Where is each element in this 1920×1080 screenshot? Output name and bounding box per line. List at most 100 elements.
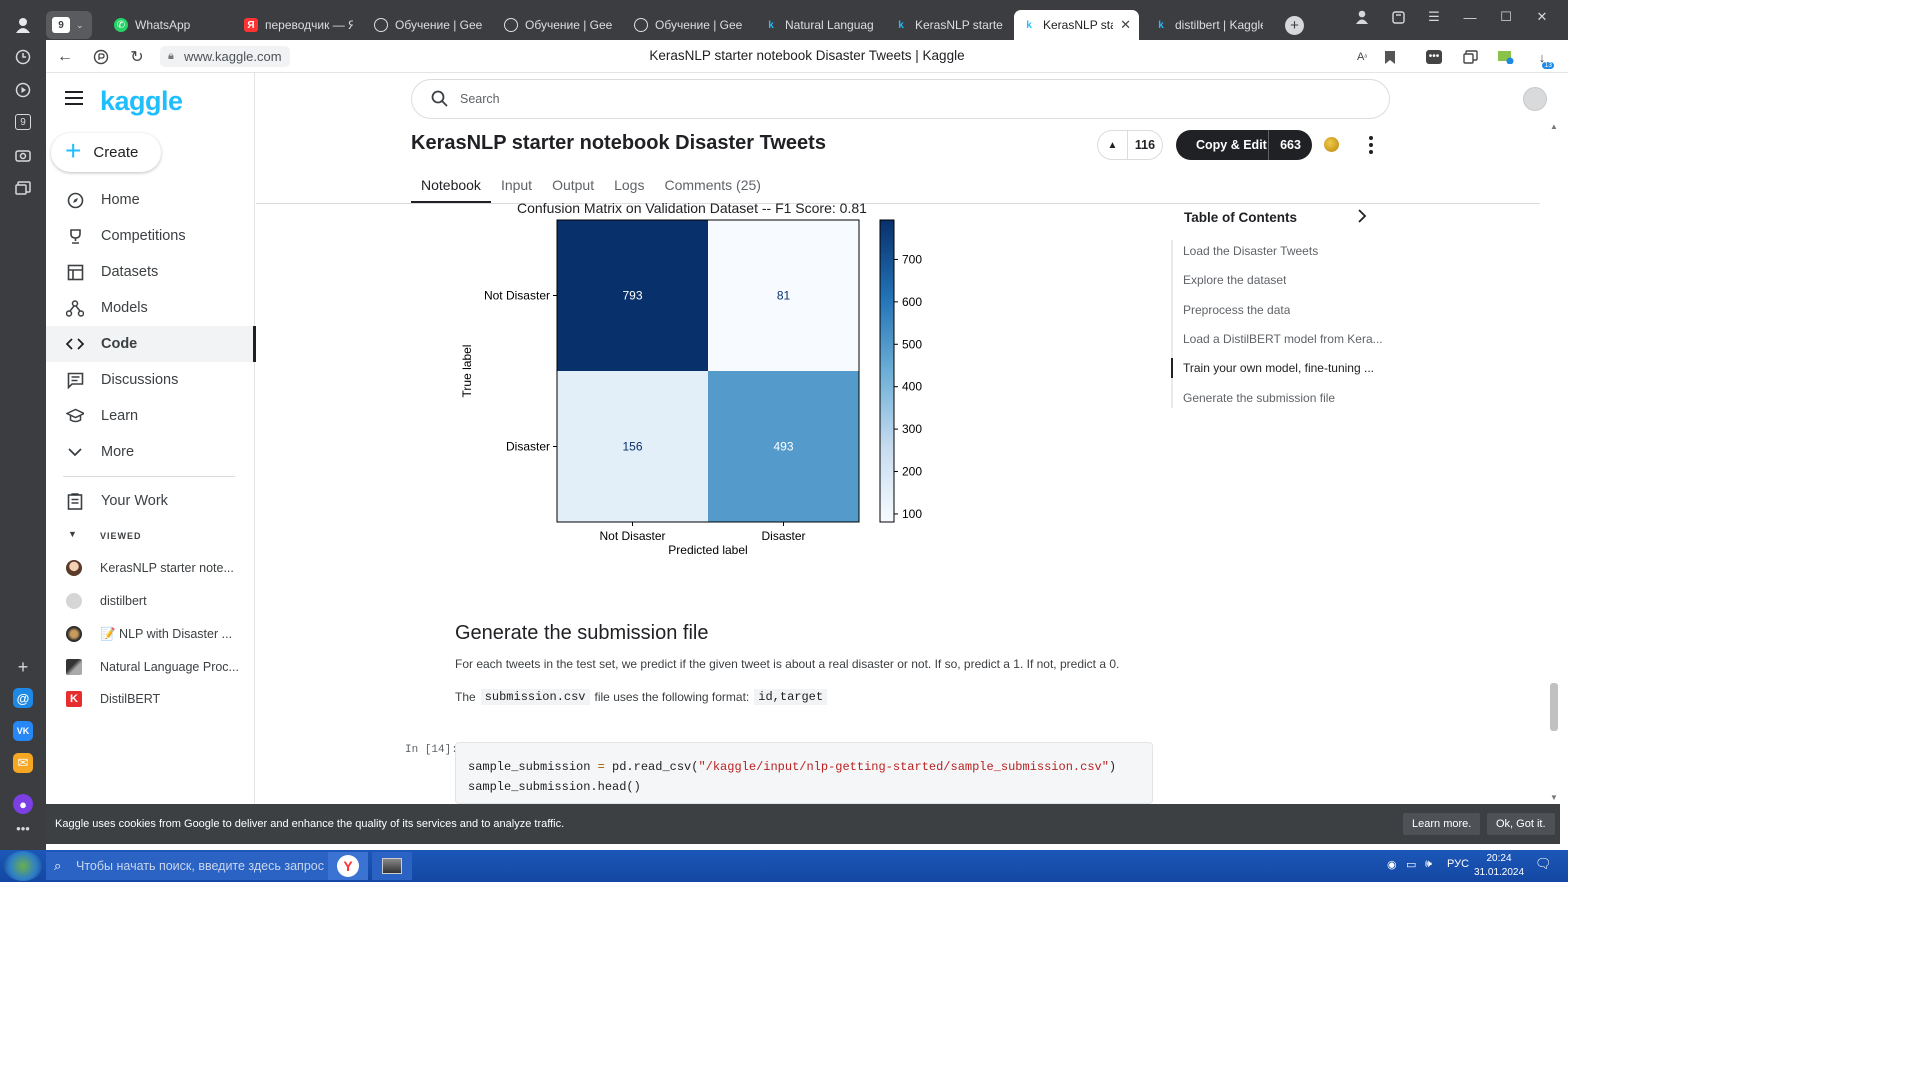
more-options-icon[interactable] [1367,136,1375,154]
account-icon[interactable] [1352,8,1372,26]
upvote-arrow-icon[interactable]: ▲ [1098,130,1128,160]
hamburger-menu-icon[interactable] [65,91,83,105]
chevron-right-icon[interactable] [1357,209,1367,227]
nav-competitions[interactable]: Competitions [46,218,255,254]
window-close-icon[interactable]: ✕ [1532,8,1552,26]
tab-geekbrains-2[interactable]: Обучение | GeekBr [496,10,621,40]
search-input[interactable]: Search [411,79,1390,119]
tab-input[interactable]: Input [491,168,542,204]
bookmark-icon[interactable] [1380,47,1400,67]
toc-item[interactable]: Preprocess the data [1183,303,1290,317]
bookmarks-panel-icon[interactable] [1388,8,1408,26]
nav-more[interactable]: More [46,434,255,470]
maximize-icon[interactable]: ☐ [1496,8,1516,26]
kaggle-logo[interactable]: kaggle [100,86,183,117]
tray-monitor-icon[interactable]: ▭ [1406,858,1416,871]
nav-code[interactable]: Code [46,326,256,362]
tab-natural-language[interactable]: k Natural Language P [756,10,881,40]
nav-discussions[interactable]: Discussions [46,362,255,398]
tray-language[interactable]: РУС [1447,858,1469,870]
x-tick-label: Not Disaster [599,529,665,543]
tab-whatsapp[interactable]: ✆ WhatsApp [106,10,231,40]
colorbar-tick-label: 200 [902,465,922,479]
avatar [66,593,82,609]
yandex-browser-app[interactable]: Y [328,852,368,880]
scroll-up-icon[interactable]: ▲ [1550,122,1558,131]
tab-translator[interactable]: Я переводчик — Янд [236,10,361,40]
menu-icon[interactable]: ☰ [1424,8,1444,26]
minimize-icon[interactable]: — [1460,8,1480,26]
new-tab-button[interactable]: + [1285,16,1304,35]
nav-datasets[interactable]: Datasets [46,254,255,290]
tab-notebook[interactable]: Notebook [411,168,491,204]
camera-icon[interactable] [13,145,33,165]
windows-taskbar: ⌕ Чтобы начать поиск, введите здесь запр… [0,850,1568,882]
collections-icon[interactable] [1460,47,1480,67]
taskbar-search[interactable]: ⌕ Чтобы начать поиск, введите здесь запр… [46,852,328,880]
screen: 9 + @ VK ✉ ● ••• 9 ⌄ ✆ WhatsApp Я перево… [0,0,1568,882]
messenger-app-icon[interactable]: ✉ [13,753,33,773]
tab-comments[interactable]: Comments (25) [654,168,770,204]
tab-kerasnlp-active[interactable]: k KerasNLP starter ✕ [1014,10,1139,40]
tab-group-button[interactable]: 9 ⌄ [46,11,92,39]
alice-app-icon[interactable]: ● [13,794,33,814]
notifications-icon[interactable]: 🗨︎ [1535,856,1552,872]
create-button[interactable]: + Create [51,133,161,172]
nav-learn[interactable]: Learn [46,398,255,434]
tray-clock[interactable]: 20:24 31.01.2024 [1474,852,1524,880]
tab-distilbert[interactable]: k distilbert | Kaggle [1146,10,1271,40]
add-panel-icon[interactable]: + [13,657,33,677]
viewed-item[interactable]: Natural Language Proc... [46,653,255,681]
toc-item[interactable]: Generate the submission file [1183,391,1335,405]
vk-app-icon[interactable]: VK [13,721,33,741]
close-icon[interactable]: ✕ [1120,17,1131,33]
discussion-icon [66,371,84,389]
translate-icon[interactable]: Aᵃ [1352,47,1372,67]
viewed-item[interactable]: distilbert [46,587,255,615]
toc-item[interactable]: Explore the dataset [1183,273,1286,287]
tab-geekbrains-1[interactable]: Обучение | GeekBr [366,10,491,40]
nav-your-work[interactable]: Your Work [46,483,255,519]
collections-icon[interactable] [13,178,33,198]
cell-value-label: 81 [777,289,791,303]
medal-icon [1324,137,1339,152]
toc-item[interactable]: Load a DistilBERT model from Kera... [1183,332,1383,346]
history-icon[interactable] [13,47,33,67]
tab-output[interactable]: Output [542,168,604,204]
tab-kerasnlp-other[interactable]: k KerasNLP starter no [886,10,1011,40]
tab-geekbrains-3[interactable]: Обучение | GeekBr [626,10,751,40]
copy-edit-button[interactable]: Copy & Edit 663 [1176,130,1312,160]
mail-app-icon[interactable]: @ [13,688,33,708]
profile-icon[interactable] [13,15,33,35]
media-app[interactable] [372,852,412,880]
kaggle-favicon: k [898,19,904,31]
scrollbar-thumb[interactable] [1550,683,1558,731]
toc-item-active[interactable]: Train your own model, fine-tuning ... [1183,361,1374,375]
colorbar [879,219,895,523]
nav-models[interactable]: Models [46,290,255,326]
plus-icon: + [65,135,82,166]
accept-cookies-button[interactable]: Ok, Got it. [1487,813,1555,835]
learn-more-button[interactable]: Learn more. [1403,813,1481,835]
viewed-item[interactable]: 📝 NLP with Disaster ... [46,620,255,648]
extension-badge-icon[interactable] [1496,47,1516,67]
more-dots-icon[interactable]: ••• [13,818,33,838]
code-cell[interactable]: sample_submission = pd.read_csv("/kaggle… [455,742,1153,804]
nav-home[interactable]: Home [46,182,255,218]
tab-logs[interactable]: Logs [604,168,654,204]
caret-down-icon[interactable]: ▼ [68,529,77,539]
kaggle-sidebar: kaggle + Create Home Competitions Datase… [46,73,256,804]
tray-network-icon[interactable]: ◉ [1387,858,1397,871]
counter-badge-icon[interactable]: 9 [13,112,33,132]
upvote-button[interactable]: ▲ 116 [1097,130,1163,160]
scroll-down-icon[interactable]: ▼ [1550,793,1558,802]
tray-volume-icon[interactable]: 🕪︎ [1425,858,1432,871]
play-icon[interactable] [13,80,33,100]
extensions-icon[interactable]: ••• [1424,47,1444,67]
user-avatar[interactable] [1523,87,1547,111]
download-icon[interactable]: ↓ 13 [1532,47,1554,69]
start-button[interactable] [4,851,42,881]
viewed-item[interactable]: KerasNLP starter note... [46,554,255,582]
viewed-item[interactable]: K DistilBERT [46,685,255,713]
toc-item[interactable]: Load the Disaster Tweets [1183,244,1318,258]
